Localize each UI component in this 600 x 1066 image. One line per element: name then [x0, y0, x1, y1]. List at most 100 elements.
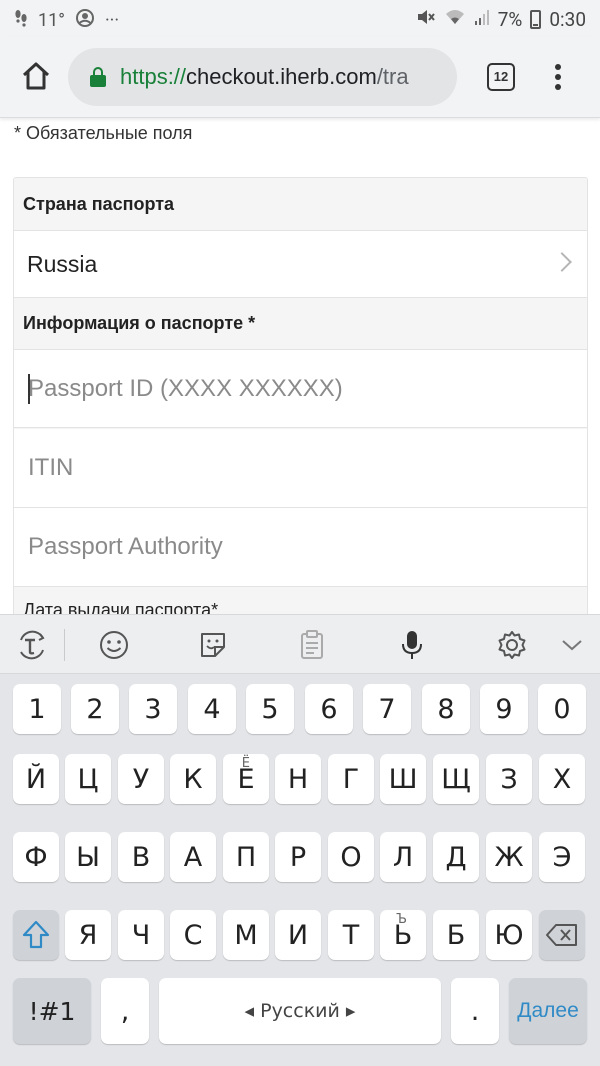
- backspace-icon: [546, 924, 577, 946]
- passport-country-select[interactable]: Russia: [14, 230, 587, 298]
- key-letter[interactable]: В: [118, 832, 164, 882]
- key-letter[interactable]: П: [223, 832, 269, 882]
- key-5[interactable]: 5: [246, 684, 294, 734]
- comma-key[interactable]: ,: [101, 978, 149, 1044]
- battery-icon: [530, 10, 542, 29]
- key-hint-yo: Ё: [241, 756, 250, 771]
- space-key[interactable]: ◂ Русский ▸: [159, 978, 441, 1044]
- address-bar[interactable]: https://checkout.iherb.com/tra: [68, 48, 457, 106]
- itin-field[interactable]: [14, 429, 587, 508]
- status-right: 7% 0:30: [416, 8, 586, 31]
- passport-form: Страна паспорта Russia Информация о пасп…: [13, 177, 588, 614]
- key-6[interactable]: 6: [305, 684, 353, 734]
- settings-gear-icon[interactable]: [492, 625, 532, 665]
- key-letter[interactable]: Д: [433, 832, 479, 882]
- collapse-keyboard-icon[interactable]: [552, 625, 592, 665]
- itin-input[interactable]: [28, 429, 573, 507]
- key-letter[interactable]: Л: [380, 832, 426, 882]
- browser-toolbar: https://checkout.iherb.com/tra 12: [0, 36, 600, 118]
- key-letter[interactable]: Я: [65, 910, 111, 960]
- key-letter[interactable]: Ф: [13, 832, 59, 882]
- key-letter[interactable]: Т: [328, 910, 374, 960]
- key-letter[interactable]: Р: [275, 832, 321, 882]
- key-letter[interactable]: О: [328, 832, 374, 882]
- key-letter[interactable]: Ж: [486, 832, 532, 882]
- key-letter[interactable]: Щ: [433, 754, 479, 804]
- key-letter[interactable]: Ц: [65, 754, 111, 804]
- key-letter[interactable]: Ч: [118, 910, 164, 960]
- footsteps-icon: [14, 9, 28, 32]
- passport-authority-input[interactable]: [28, 508, 573, 586]
- text-prediction-icon[interactable]: [12, 625, 52, 665]
- key-letter[interactable]: Х: [539, 754, 585, 804]
- temperature: 11°: [38, 10, 65, 31]
- more-notifications: ···: [104, 10, 120, 31]
- url-path: /tra: [376, 64, 409, 89]
- key-letter[interactable]: И: [275, 910, 321, 960]
- mute-icon: [416, 8, 436, 31]
- passport-country-value: Russia: [27, 251, 98, 277]
- key-letter[interactable]: Г: [328, 754, 374, 804]
- key-7[interactable]: 7: [363, 684, 411, 734]
- key-hint-hard-sign: Ъ: [396, 912, 407, 927]
- keyboard: 1 2 3 4 5 6 7 8 9 0 Й Ц У К ЁЕ Н Г Ш Щ З…: [0, 674, 600, 1066]
- key-4[interactable]: 4: [188, 684, 236, 734]
- passport-country-label: Страна паспорта: [23, 194, 175, 214]
- key-letter-soft-sign[interactable]: ЪЬ: [380, 910, 426, 960]
- checkout-page: * Обязательные поля Страна паспорта Russ…: [0, 118, 600, 614]
- battery-percent: 7%: [497, 8, 523, 31]
- key-letter[interactable]: Э: [539, 832, 585, 882]
- url-host: checkout.iherb.com: [186, 64, 377, 89]
- key-letter[interactable]: Б: [433, 910, 479, 960]
- key-letter[interactable]: Ю: [486, 910, 532, 960]
- key-letter[interactable]: С: [170, 910, 216, 960]
- key-letter[interactable]: З: [486, 754, 532, 804]
- shift-arrow-icon: [22, 920, 50, 949]
- emoji-icon[interactable]: [94, 625, 134, 665]
- key-letter[interactable]: К: [170, 754, 216, 804]
- toolbar-separator: [64, 629, 65, 661]
- url-scheme: https://: [120, 64, 187, 89]
- key-letter[interactable]: У: [118, 754, 164, 804]
- account-circle-icon: [75, 8, 95, 33]
- key-letter[interactable]: А: [170, 832, 216, 882]
- text-cursor: [28, 374, 30, 404]
- shift-key[interactable]: [13, 910, 59, 960]
- overflow-menu-icon[interactable]: [548, 60, 568, 94]
- sticker-icon[interactable]: [193, 625, 233, 665]
- chevron-right-icon: [552, 252, 572, 272]
- key-9[interactable]: 9: [480, 684, 528, 734]
- key-0[interactable]: 0: [538, 684, 586, 734]
- symbols-key[interactable]: !#1: [13, 978, 91, 1044]
- key-letter[interactable]: Й: [13, 754, 59, 804]
- key-3[interactable]: 3: [129, 684, 177, 734]
- microphone-icon[interactable]: [392, 625, 432, 665]
- key-letter[interactable]: Н: [275, 754, 321, 804]
- key-1[interactable]: 1: [13, 684, 61, 734]
- passport-info-label: Информация о паспорте *: [23, 313, 256, 333]
- key-8[interactable]: 8: [422, 684, 470, 734]
- passport-id-field[interactable]: [14, 349, 587, 428]
- key-2[interactable]: 2: [71, 684, 119, 734]
- passport-id-input[interactable]: [28, 350, 573, 428]
- clock: 0:30: [549, 8, 586, 31]
- next-button[interactable]: Далее: [509, 978, 587, 1044]
- period-key[interactable]: .: [451, 978, 499, 1044]
- backspace-key[interactable]: [539, 910, 585, 960]
- status-bar: 11° ··· 7% 0:30: [0, 0, 600, 36]
- key-letter[interactable]: Ш: [380, 754, 426, 804]
- keyboard-toolbar: [0, 614, 600, 674]
- url-text[interactable]: https://checkout.iherb.com/tra: [120, 64, 409, 90]
- key-letter[interactable]: Ы: [65, 832, 111, 882]
- tab-switcher-button[interactable]: 12: [487, 63, 515, 91]
- status-left: 11° ···: [14, 8, 119, 33]
- signal-icon: [474, 8, 490, 31]
- wifi-icon: [444, 8, 466, 31]
- passport-authority-field[interactable]: [14, 508, 587, 587]
- home-icon[interactable]: [18, 58, 54, 94]
- clipboard-icon[interactable]: [292, 625, 332, 665]
- lock-icon: [90, 67, 106, 87]
- key-letter[interactable]: М: [223, 910, 269, 960]
- key-letter-e[interactable]: ЁЕ: [223, 754, 269, 804]
- required-fields-note: * Обязательные поля: [14, 123, 193, 143]
